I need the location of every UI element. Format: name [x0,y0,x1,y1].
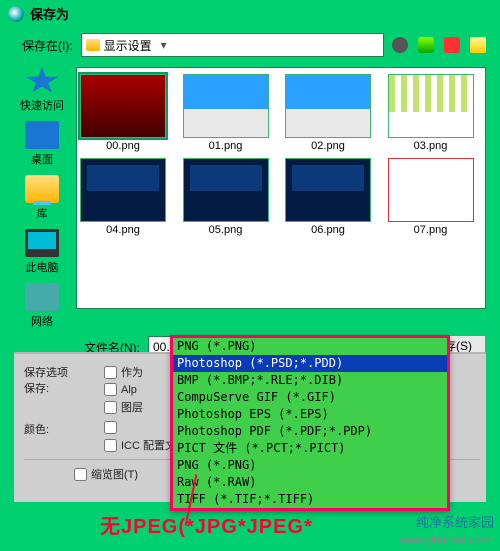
savein-combo[interactable]: 显示设置 ▾ [81,33,384,57]
view-menu-icon[interactable] [470,37,486,53]
delete-icon[interactable] [444,37,460,53]
file-thumbnail [183,158,269,222]
format-option[interactable]: TIFF (*.TIF;*.TIFF) [173,491,447,508]
up-one-level-icon[interactable] [418,37,434,53]
folder-icon [86,39,100,51]
file-label: 00.png [79,140,167,152]
file-thumbnail [285,158,371,222]
back-icon[interactable] [392,37,408,53]
place-label: 网络 [14,313,70,329]
format-option[interactable]: PICT 文件 (*.PCT;*.PICT) [173,440,447,457]
file-item[interactable]: 07.png [387,158,475,236]
savein-label: 保存在(I): [22,37,73,54]
file-item[interactable]: 02.png [284,74,372,152]
savein-toolbar [392,37,486,53]
save-options-label: 保存选项 [24,364,90,380]
file-label: 06.png [284,224,372,236]
app-icon [8,6,24,22]
places-bar: 快速访问桌面库此电脑网络 [14,67,70,329]
place-this-pc[interactable]: 此电脑 [14,229,70,275]
window-title: 保存为 [30,4,69,23]
file-label: 02.png [284,140,372,152]
this-pc-icon [25,229,59,257]
file-thumbnail [80,158,166,222]
file-item[interactable]: 04.png [79,158,167,236]
file-label: 01.png [182,140,270,152]
format-option[interactable]: PNG (*.PNG) [173,457,447,474]
watermark-brand: 纯净系统家园 [416,512,494,531]
file-thumbnail [388,74,474,138]
place-label: 此电脑 [14,259,70,275]
file-label: 05.png [182,224,270,236]
save-sublabel: 保存: [24,380,90,396]
copy-checkbox[interactable]: 作为 [104,364,143,380]
place-label: 快速访问 [14,97,70,113]
place-label: 库 [14,205,70,221]
file-item[interactable]: 05.png [182,158,270,236]
file-item[interactable]: 06.png [284,158,372,236]
color-label: 颜色: [24,421,90,453]
format-dropdown-list[interactable]: PNG (*.PNG)Photoshop (*.PSD;*.PDD)BMP (*… [170,335,450,511]
savein-value: 显示设置 [104,37,152,54]
place-quick-access[interactable]: 快速访问 [14,67,70,113]
file-thumbnail [80,74,166,138]
file-thumbnail [388,158,474,222]
format-option[interactable]: Photoshop (*.PSD;*.PDD) [173,355,447,372]
file-label: 04.png [79,224,167,236]
watermark-url: www.yidaimei.com [400,535,490,547]
place-label: 桌面 [14,151,70,167]
network-icon [25,283,59,311]
file-item[interactable]: 03.png [387,74,475,152]
format-option[interactable]: Raw (*.RAW) [173,474,447,491]
place-network[interactable]: 网络 [14,283,70,329]
format-option[interactable]: PNG (*.PNG) [173,338,447,355]
file-item[interactable]: 01.png [182,74,270,152]
file-list[interactable]: 00.png 01.png 02.png 03.png 04.png 05.png 06.p… [76,67,486,309]
place-desktop[interactable]: 桌面 [14,121,70,167]
libraries-icon [25,175,59,203]
format-option[interactable]: CompuServe GIF (*.GIF) [173,389,447,406]
format-option[interactable]: Photoshop PDF (*.PDF;*.PDP) [173,423,447,440]
format-option[interactable]: BMP (*.BMP;*.RLE;*.DIB) [173,372,447,389]
annotation-text: 无JPEG(*JPG*JPEG* [100,510,313,539]
chevron-down-icon: ▾ [156,38,172,52]
file-label: 03.png [387,140,475,152]
format-option[interactable]: Photoshop EPS (*.EPS) [173,406,447,423]
titlebar[interactable]: 保存为 [0,0,500,27]
file-thumbnail [285,74,371,138]
layers-checkbox[interactable]: 图层 [104,399,143,415]
thumbnail-checkbox[interactable]: 缩览图(T) [74,466,138,482]
desktop-icon [25,121,59,149]
place-libraries[interactable]: 库 [14,175,70,221]
file-thumbnail [183,74,269,138]
quick-access-icon [25,67,59,95]
alpha-checkbox[interactable]: Alp [104,383,143,396]
file-label: 07.png [387,224,475,236]
file-item[interactable]: 00.png [79,74,167,152]
